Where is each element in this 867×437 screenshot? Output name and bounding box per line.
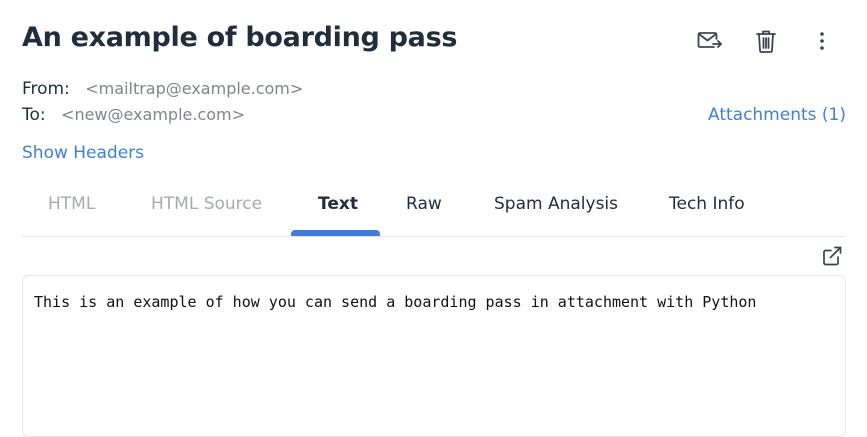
view-tabs: HTML HTML Source Text Raw Spam Analysis … (22, 180, 846, 237)
active-tab-indicator (291, 230, 380, 236)
forward-email-icon (697, 32, 722, 48)
more-options-button[interactable] (807, 26, 837, 56)
from-label: From: (22, 79, 70, 99)
tab-raw[interactable]: Raw (406, 194, 442, 214)
forward-button[interactable] (695, 26, 725, 56)
tab-spam-analysis[interactable]: Spam Analysis (494, 194, 618, 214)
tab-text[interactable]: Text (318, 194, 358, 214)
external-link-icon (823, 246, 842, 266)
trash-icon (756, 30, 776, 53)
delete-button[interactable] (751, 26, 781, 56)
email-body-text: This is an example of how you can send a… (34, 293, 757, 311)
tab-html-source[interactable]: HTML Source (151, 194, 262, 214)
more-vertical-icon (820, 32, 824, 50)
from-row: From: <mailtrap@example.com> (22, 79, 303, 99)
to-row: To: <new@example.com> (22, 105, 245, 125)
tab-html[interactable]: HTML (48, 194, 95, 214)
tab-tech-info[interactable]: Tech Info (669, 194, 745, 214)
to-label: To: (22, 105, 46, 125)
email-subject: An example of boarding pass (22, 22, 458, 53)
email-text-view[interactable]: This is an example of how you can send a… (22, 275, 846, 437)
open-in-new-window-button[interactable] (822, 246, 842, 266)
show-headers-link[interactable]: Show Headers (22, 143, 144, 163)
attachments-link[interactable]: Attachments (1) (708, 105, 846, 125)
from-address: <mailtrap@example.com> (85, 79, 304, 98)
email-actions (695, 26, 837, 56)
to-address: <new@example.com> (61, 105, 246, 124)
